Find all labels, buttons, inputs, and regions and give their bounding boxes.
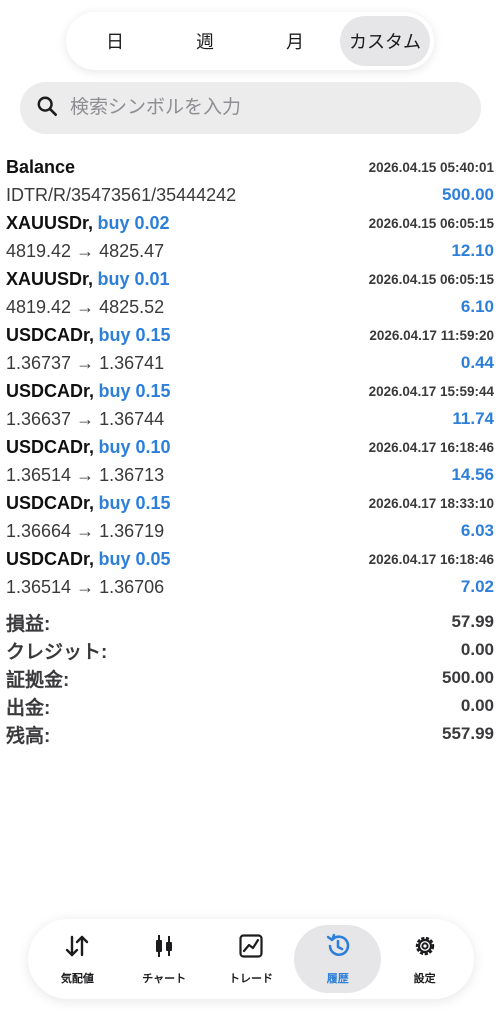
deal-side: buy 0.05 xyxy=(98,548,171,569)
tab-custom[interactable]: カスタム xyxy=(340,16,430,66)
deal-row[interactable]: USDCADr, buy 0.15 2026.04.17 15:59:44 1.3… xyxy=(0,376,501,432)
deal-symbol: USDCADr, xyxy=(6,380,95,401)
settings-icon xyxy=(411,932,439,965)
summary-label: 証拠金: xyxy=(6,669,70,691)
deal-time: 2026.04.17 18:33:10 xyxy=(368,495,494,511)
quotes-icon xyxy=(63,932,91,965)
summary-balance: 残高: 557.99 xyxy=(6,720,494,748)
balance-time: 2026.04.15 05:40:01 xyxy=(368,159,494,175)
nav-label: チャート xyxy=(142,973,187,985)
deal-time: 2026.04.17 16:18:46 xyxy=(368,551,494,567)
deal-row[interactable]: USDCADr, buy 0.10 2026.04.17 16:18:46 1.3… xyxy=(0,432,501,488)
deal-prices: 1.36514 → 1.36713 xyxy=(6,464,165,485)
nav-label: 履歴 xyxy=(326,973,349,985)
deal-row[interactable]: XAUUSDr, buy 0.01 2026.04.15 06:05:15 481… xyxy=(0,264,501,320)
summary-credit: クレジット: 0.00 xyxy=(6,636,494,664)
trade-icon xyxy=(237,932,265,965)
deal-symbol: USDCADr, xyxy=(6,548,95,569)
summary-value: 57.99 xyxy=(451,612,494,631)
deal-side: buy 0.15 xyxy=(98,380,171,401)
nav-history[interactable]: 履歴 xyxy=(294,925,382,993)
deal-prices: 1.36664 → 1.36719 xyxy=(6,520,165,541)
nav-label: 気配値 xyxy=(60,973,94,985)
search-icon xyxy=(36,95,58,122)
period-selector: 日 週 月 カスタム xyxy=(66,12,434,70)
balance-amount: 500.00 xyxy=(442,185,494,204)
nav-chart[interactable]: チャート xyxy=(121,925,208,993)
deal-side: buy 0.15 xyxy=(98,492,171,513)
deal-time: 2026.04.15 06:05:15 xyxy=(368,215,494,231)
summary-withdrawal: 出金: 0.00 xyxy=(6,692,494,720)
deal-side: buy 0.01 xyxy=(97,268,170,289)
deal-prices: 1.36637 → 1.36744 xyxy=(6,408,165,429)
summary-label: 出金: xyxy=(6,697,51,719)
nav-settings[interactable]: 設定 xyxy=(381,925,468,993)
deal-symbol: USDCADr, xyxy=(6,436,95,457)
deal-prices: 1.36514 → 1.36706 xyxy=(6,576,165,597)
deal-symbol: USDCADr, xyxy=(6,324,95,345)
deal-symbol: USDCADr, xyxy=(6,492,95,513)
history-summary: 損益: 57.99 クレジット: 0.00 証拠金: 500.00 出金: 0.00 残… xyxy=(0,608,501,748)
balance-title: Balance xyxy=(6,156,76,177)
deal-time: 2026.04.15 06:05:15 xyxy=(368,271,494,287)
deal-prices: 1.36737 → 1.36741 xyxy=(6,352,165,373)
deal-side: buy 0.02 xyxy=(97,212,170,233)
deal-row[interactable]: USDCADr, buy 0.05 2026.04.17 16:18:46 1.3… xyxy=(0,544,501,600)
nav-label: 設定 xyxy=(413,973,436,985)
summary-label: クレジット: xyxy=(6,641,108,663)
summary-label: 損益: xyxy=(6,613,51,635)
deal-time: 2026.04.17 15:59:44 xyxy=(368,383,494,399)
tab-week[interactable]: 週 xyxy=(160,16,250,66)
summary-value: 557.99 xyxy=(442,724,494,743)
nav-label: トレード xyxy=(228,973,273,985)
deal-profit: 12.10 xyxy=(451,241,494,260)
tab-day[interactable]: 日 xyxy=(70,16,160,66)
deal-prices: 4819.42 → 4825.47 xyxy=(6,240,165,261)
deal-time: 2026.04.17 16:18:46 xyxy=(368,439,494,455)
bottom-nav: 気配値 チャート トレード 履歴 設定 xyxy=(28,919,474,999)
balance-comment: IDTR/R/35473561/35444242 xyxy=(6,184,237,205)
deal-profit: 7.02 xyxy=(460,577,494,596)
deal-row[interactable]: USDCADr, buy 0.15 2026.04.17 18:33:10 1.3… xyxy=(0,488,501,544)
deal-prices: 4819.42 → 4825.52 xyxy=(6,296,165,317)
deal-profit: 14.56 xyxy=(451,465,494,484)
history-list: Balance 2026.04.15 05:40:01 IDTR/R/35473… xyxy=(0,152,501,600)
tab-month[interactable]: 月 xyxy=(250,16,340,66)
deal-row[interactable]: USDCADr, buy 0.15 2026.04.17 11:59:20 1.3… xyxy=(0,320,501,376)
deal-side: buy 0.15 xyxy=(98,324,171,345)
summary-deposit: 証拠金: 500.00 xyxy=(6,664,494,692)
summary-label: 残高: xyxy=(6,725,51,747)
deal-profit: 11.74 xyxy=(452,409,494,428)
deal-profit: 0.44 xyxy=(460,353,494,372)
history-icon xyxy=(324,932,352,965)
search-input[interactable] xyxy=(70,97,450,119)
balance-row[interactable]: Balance 2026.04.15 05:40:01 IDTR/R/35473… xyxy=(0,152,501,208)
summary-profit: 損益: 57.99 xyxy=(6,608,494,636)
deal-profit: 6.03 xyxy=(460,521,494,540)
deal-profit: 6.10 xyxy=(460,297,494,316)
summary-value: 500.00 xyxy=(442,668,494,687)
nav-trade[interactable]: トレード xyxy=(208,925,295,993)
summary-value: 0.00 xyxy=(460,696,494,715)
deal-symbol: XAUUSDr, xyxy=(6,212,94,233)
chart-candles-icon xyxy=(150,932,178,965)
deal-symbol: XAUUSDr, xyxy=(6,268,94,289)
summary-value: 0.00 xyxy=(460,640,494,659)
search-bar[interactable] xyxy=(20,82,481,134)
deal-row[interactable]: XAUUSDr, buy 0.02 2026.04.15 06:05:15 481… xyxy=(0,208,501,264)
nav-quotes[interactable]: 気配値 xyxy=(34,925,121,993)
deal-time: 2026.04.17 11:59:20 xyxy=(369,327,494,343)
deal-side: buy 0.10 xyxy=(98,436,171,457)
